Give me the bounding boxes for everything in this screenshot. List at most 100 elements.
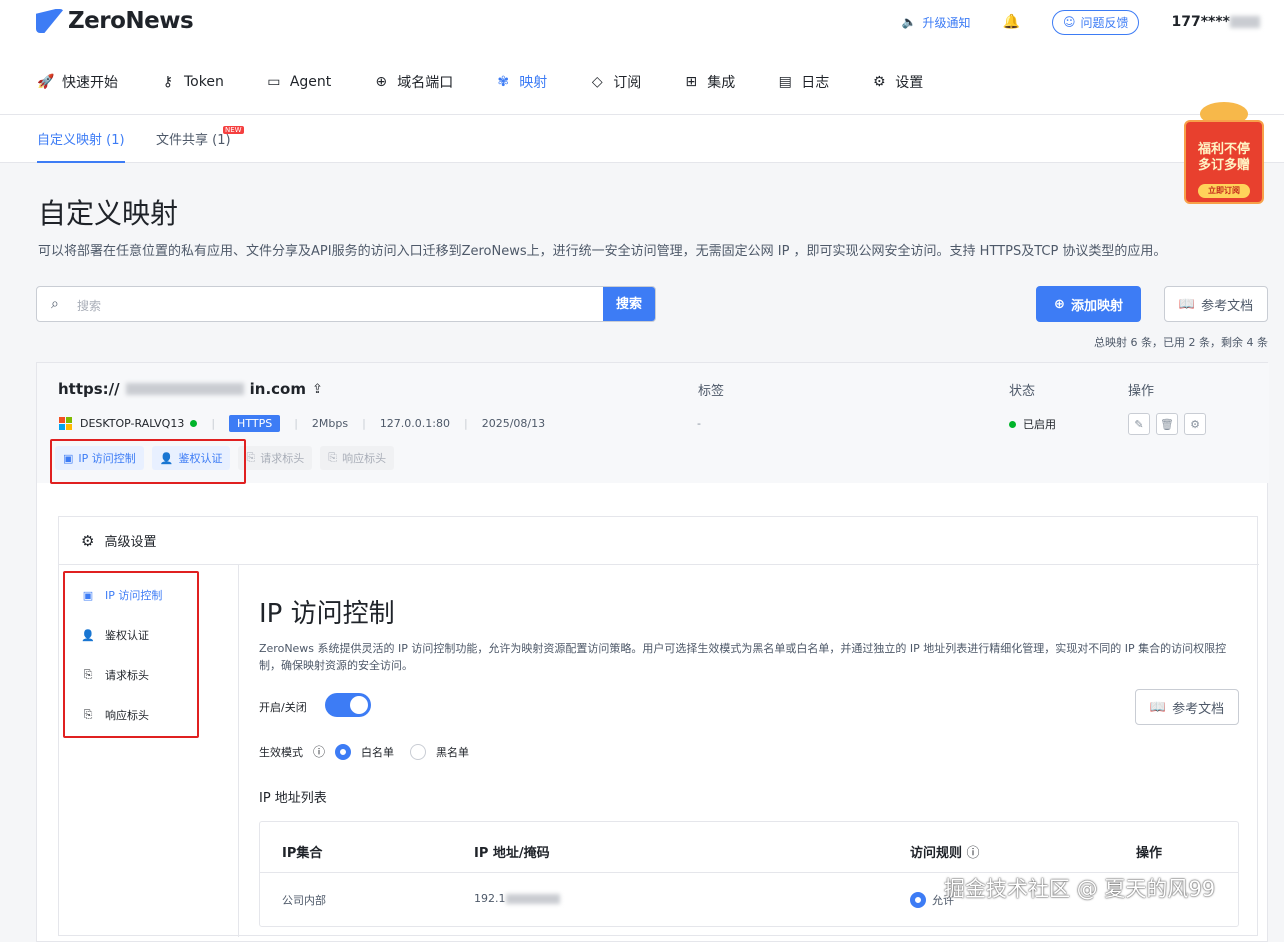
whitelist-label: 白名单	[361, 745, 395, 759]
reference-doc-label: 参考文档	[1201, 298, 1254, 314]
main-nav: 🚀 快速开始 ⚷ Token ▭ Agent ⊕ 域名端口 ✾ 映射 ◇ 订阅 ⊞ 集成 ▤ 日…	[37, 72, 923, 92]
settings-button[interactable]: ⚙	[1184, 413, 1206, 435]
mode-selector: 生效模式 ⓘ 白名单 黑名单	[259, 743, 469, 760]
reference-doc-button[interactable]: 📖 参考文档	[1164, 286, 1268, 322]
promo-subscribe-button[interactable]: 立即订阅	[1198, 184, 1250, 198]
redacted-ip	[505, 894, 560, 904]
column-status: 状态	[1009, 384, 1036, 399]
chip-label: 请求标头	[260, 452, 305, 465]
advanced-settings-header: ⚙ 高级设置	[59, 517, 1259, 565]
radio-blacklist[interactable]	[410, 743, 427, 760]
ip-value: 192.1	[474, 892, 506, 905]
chip-response-header[interactable]: ⎘ 响应标头	[320, 446, 395, 470]
ip-access-doc-button[interactable]: 📖 参考文档	[1135, 689, 1239, 725]
nav-settings[interactable]: ⚙ 设置	[871, 72, 923, 92]
row-actions: ✎ 🗑 ⚙	[1128, 413, 1206, 435]
bell-icon[interactable]: 🔔	[1003, 14, 1020, 30]
add-mapping-button[interactable]: ⊕ 添加映射	[1036, 286, 1141, 322]
plus-circle-icon: ⊕	[1054, 296, 1065, 312]
share-icon[interactable]: ⇪	[312, 382, 323, 397]
search-button[interactable]: 搜索	[603, 287, 655, 321]
doc-out-icon: ⎘	[328, 451, 338, 464]
mapping-summary: 总映射 6 条，已用 2 条，剩余 4 条	[1094, 336, 1268, 349]
th-ops: 操作	[1136, 846, 1163, 861]
nav-label: 日志	[801, 75, 830, 91]
chip-label: 响应标头	[342, 452, 387, 465]
nav-agent[interactable]: ▭ Agent	[266, 72, 331, 92]
status-label: 已启用	[1023, 418, 1056, 431]
promo-text: 福利不停 多订多赠	[1190, 142, 1258, 174]
nav-label: Agent	[289, 74, 332, 90]
grid-icon: ⊞	[685, 74, 698, 90]
highlight-box-sidebar	[63, 571, 199, 738]
diamond-icon: ◇	[591, 74, 603, 90]
nav-logs[interactable]: ▤ 日志	[777, 72, 830, 92]
bandwidth: 2Mbps	[311, 417, 349, 430]
device-name: DESKTOP-RALVQ13	[80, 417, 185, 430]
user-account[interactable]: 177****	[1171, 14, 1260, 30]
url-suffix: in.com	[249, 380, 306, 398]
info-icon[interactable]: ⓘ	[967, 846, 980, 861]
ip-access-title: IP 访问控制	[259, 599, 395, 629]
speaker-icon: 🔈	[901, 15, 917, 29]
nav-domain-port[interactable]: ⊕ 域名端口	[373, 72, 453, 92]
column-ops: 操作	[1128, 384, 1155, 399]
search-input[interactable]: 搜索	[77, 297, 101, 314]
created-date: 2025/08/13	[481, 417, 546, 430]
search-bar: ⌕ 搜索 搜索	[36, 286, 656, 322]
new-badge: NEW	[223, 126, 244, 134]
gear-icon: ⚙	[81, 531, 95, 550]
promo-line2: 多订多赠	[1197, 158, 1250, 173]
nav-integration[interactable]: ⊞ 集成	[683, 72, 735, 92]
smile-icon: ☺	[1062, 15, 1076, 29]
gear-icon: ⚙	[1190, 417, 1200, 431]
radio-allow[interactable]	[910, 892, 926, 908]
gear-icon: ⚙	[873, 74, 886, 90]
info-icon[interactable]: ⓘ	[313, 743, 325, 760]
url-prefix: https://	[58, 380, 120, 398]
logo[interactable]: ZeroNews	[36, 8, 194, 34]
mapping-icon: ✾	[497, 74, 510, 90]
th-rule: 访问规则 ⓘ	[910, 842, 980, 861]
promo-gift-banner[interactable]: 福利不停 多订多赠 立即订阅	[1180, 102, 1268, 206]
logo-icon	[36, 9, 64, 33]
status-dot	[1009, 420, 1016, 428]
chip-request-header[interactable]: ⎘ 请求标头	[238, 446, 313, 470]
blacklist-label: 黑名单	[436, 745, 470, 759]
protocol-badge: HTTPS	[229, 415, 281, 432]
mapping-url[interactable]: https:// in.com ⇪	[58, 380, 323, 398]
tab-file-share-label: 文件共享 (1)	[156, 133, 231, 148]
nav-token[interactable]: ⚷ Token	[160, 72, 224, 92]
nav-subscription[interactable]: ◇ 订阅	[589, 72, 641, 92]
divider: |	[362, 417, 366, 430]
advanced-settings-title: 高级设置	[104, 535, 157, 550]
redacted-phone	[1230, 16, 1260, 28]
sub-tabs: 自定义映射 (1) 文件共享 (1) NEW	[0, 115, 1284, 163]
enable-toggle[interactable]	[325, 693, 371, 717]
nav-label: Token	[184, 74, 224, 90]
edit-button[interactable]: ✎	[1128, 413, 1150, 435]
nav-quick-start[interactable]: 🚀 快速开始	[37, 72, 118, 92]
doc-in-icon: ⎘	[246, 451, 256, 464]
page-title: 自定义映射	[38, 197, 179, 230]
nav-label: 域名端口	[397, 75, 454, 91]
local-address: 127.0.0.1:80	[379, 417, 450, 430]
status-badge: 已启用	[1009, 416, 1056, 432]
upgrade-notice-link[interactable]: 🔈 升级通知	[902, 14, 971, 31]
laptop-icon: ▭	[267, 74, 281, 90]
brand-name: ZeroNews	[68, 8, 194, 34]
page-description: 可以将部署在任意位置的私有应用、文件分享及API服务的访问入口迁移到ZeroNe…	[38, 244, 1167, 259]
feedback-label: 问题反馈	[1080, 15, 1129, 30]
mode-label: 生效模式	[259, 745, 303, 759]
feedback-button[interactable]: ☺ 问题反馈	[1051, 9, 1140, 35]
tab-custom-mapping[interactable]: 自定义映射 (1)	[37, 129, 125, 163]
divider: |	[464, 417, 468, 430]
book-icon: 📖	[1149, 699, 1167, 715]
tab-file-share[interactable]: 文件共享 (1) NEW	[156, 126, 244, 148]
radio-whitelist[interactable]	[335, 743, 352, 760]
delete-button[interactable]: 🗑	[1156, 413, 1178, 435]
ip-list-title: IP 地址列表	[259, 791, 327, 806]
nav-label: 集成	[707, 75, 736, 91]
highlight-box-chips	[50, 439, 246, 484]
nav-mapping[interactable]: ✾ 映射	[495, 72, 547, 92]
